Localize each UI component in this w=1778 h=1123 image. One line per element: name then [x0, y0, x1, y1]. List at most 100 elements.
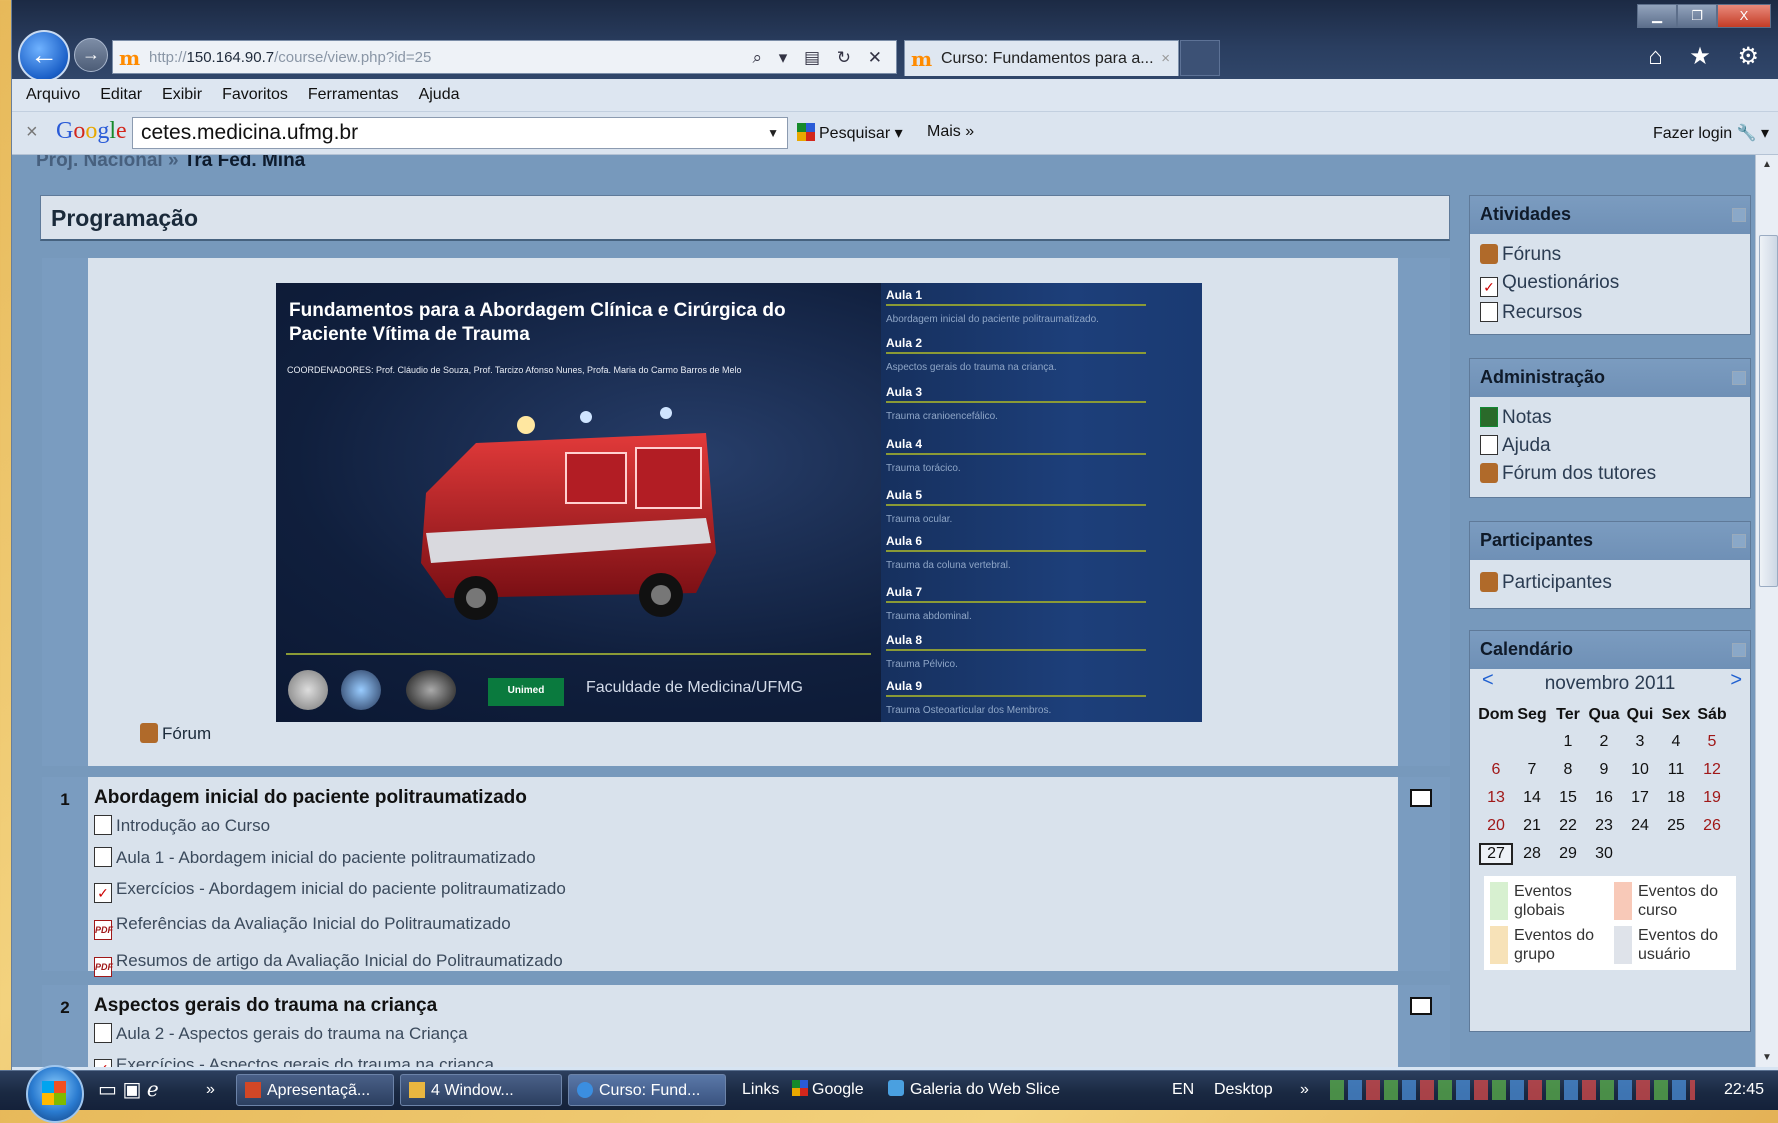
quicklaunch-icons[interactable]: ▭ ▣ ℯ — [98, 1075, 178, 1105]
taskbar-windows-explorer[interactable]: 4 Window... — [400, 1074, 562, 1106]
breadcrumb-current: Tra Fed. Mina — [183, 155, 306, 171]
banner-aula: Aula 5 Trauma ocular. — [886, 488, 1186, 525]
scroll-up-icon[interactable]: ▲ — [1762, 159, 1772, 170]
calendar-day — [1694, 840, 1730, 868]
system-tray-icons[interactable] — [1330, 1080, 1695, 1100]
menu-arquivo[interactable]: Arquivo — [12, 79, 90, 111]
quicklaunch-more-icon[interactable]: » — [206, 1075, 215, 1105]
quiz-icon: ✓ — [94, 883, 112, 903]
vertical-scrollbar[interactable]: ▲ ▼ — [1755, 155, 1778, 1067]
tab-curso[interactable]: m Curso: Fundamentos para a... × — [904, 40, 1179, 76]
calendar-day — [1622, 840, 1658, 868]
breadcrumb-parent[interactable]: Proj. Nacional — [36, 155, 163, 171]
scroll-down-icon[interactable]: ▼ — [1762, 1052, 1772, 1063]
menu-exibir[interactable]: Exibir — [152, 79, 212, 111]
calendar-day — [1658, 840, 1694, 868]
google-search-input[interactable]: cetes.medicina.ufmg.br ▼ — [132, 117, 788, 149]
legend-eventos-grupo[interactable]: Eventos do grupo — [1490, 926, 1606, 964]
participantes-link[interactable]: Participantes — [1470, 560, 1750, 595]
pdf-link[interactable]: PDF Referências da Avaliação Inicial do P… — [94, 914, 1398, 940]
clock[interactable]: 22:45 — [1724, 1075, 1764, 1105]
atividades-questionarios-link[interactable]: ✓ Questionários — [1470, 267, 1750, 297]
topic-0-body: Fundamentos para a Abordagem Clínica e C… — [88, 258, 1398, 766]
maximize-button[interactable]: ❐ — [1677, 4, 1717, 28]
moodle-favicon-icon: m — [911, 47, 933, 71]
block-title: Calendário — [1470, 631, 1750, 669]
menu-ajuda[interactable]: Ajuda — [409, 79, 470, 111]
new-tab-button[interactable] — [1180, 40, 1220, 76]
admin-ajuda-link[interactable]: Ajuda — [1470, 430, 1750, 458]
atividades-foruns-link[interactable]: Fóruns — [1470, 234, 1750, 267]
calendar-day: 20 — [1487, 817, 1505, 834]
hide-block-icon[interactable] — [1732, 534, 1746, 548]
taskbar-apresentacao[interactable]: Apresentaçã... — [236, 1074, 394, 1106]
menu-editar[interactable]: Editar — [90, 79, 152, 111]
forum-link[interactable]: Fórum — [140, 723, 211, 744]
close-toolbar-icon[interactable]: × — [26, 121, 38, 144]
url-prefix: http:// — [149, 49, 187, 66]
weekday-header: Qui — [1626, 705, 1654, 723]
forum-icon — [1480, 463, 1498, 483]
legend-eventos-curso[interactable]: Eventos do curso — [1614, 882, 1730, 920]
highlight-topic-checkbox[interactable] — [1410, 997, 1432, 1015]
taskbar-curso[interactable]: Curso: Fund... — [568, 1074, 726, 1106]
calendar-day: 19 — [1703, 789, 1721, 806]
mais-button[interactable]: Mais » — [927, 123, 974, 141]
google-link[interactable]: Google — [792, 1075, 864, 1105]
calendar-today[interactable]: 27 — [1478, 840, 1514, 868]
topic-number: 1 — [60, 790, 70, 809]
resource-link[interactable]: Aula 2 - Aspectos gerais do trauma na Cr… — [94, 1023, 1398, 1044]
start-button[interactable] — [26, 1065, 84, 1123]
admin-forum-tutores-link[interactable]: Fórum dos tutores — [1470, 458, 1750, 486]
calendar-day: 28 — [1523, 845, 1541, 862]
banner-faculty: Faculdade de Medicina/UFMG — [586, 679, 803, 696]
web-slice-gallery-link[interactable]: Galeria do Web Slice — [888, 1075, 1060, 1105]
address-bar[interactable]: m http://150.164.90.7/course/view.php?id… — [112, 40, 897, 74]
tab-close-icon[interactable]: × — [1161, 41, 1170, 77]
pdf-link[interactable]: PDF Resumos de artigo da Avaliação Inicia… — [94, 951, 1398, 977]
web-slice-icon — [888, 1080, 904, 1096]
address-tools-icons[interactable]: ⌕ ▾ ▤ ↻ ✕ — [753, 41, 889, 75]
legend-eventos-usuario[interactable]: Eventos do usuário — [1614, 926, 1730, 964]
language-indicator[interactable]: EN — [1172, 1075, 1194, 1105]
menu-ferramentas[interactable]: Ferramentas — [298, 79, 409, 111]
back-button[interactable]: ← — [18, 30, 70, 82]
admin-notas-link[interactable]: Notas — [1470, 397, 1750, 430]
forward-button[interactable]: → — [74, 38, 108, 72]
document-icon — [1480, 302, 1498, 322]
forum-icon — [1480, 244, 1498, 264]
desktop-toolbar[interactable]: Desktop — [1214, 1075, 1273, 1105]
minimize-button[interactable]: ▁ — [1637, 4, 1677, 28]
breadcrumb: Proj. Nacional » Tra Fed. Mina — [36, 155, 305, 172]
menu-favoritos[interactable]: Favoritos — [212, 79, 298, 111]
banner-title: Fundamentos para a Abordagem Clínica e C… — [289, 300, 786, 345]
quiz-link[interactable]: ✓Exercícios - Aspectos gerais do trauma … — [94, 1055, 1398, 1067]
hide-block-icon[interactable] — [1732, 208, 1746, 222]
highlight-topic-checkbox[interactable] — [1410, 789, 1432, 807]
pesquisar-button[interactable]: Pesquisar ▾ — [797, 123, 903, 143]
hide-block-icon[interactable] — [1732, 371, 1746, 385]
legend-eventos-globais[interactable]: Eventos globais — [1490, 882, 1606, 920]
unimed-logo: Unimed — [488, 678, 564, 706]
desktop-more-icon[interactable]: » — [1300, 1075, 1309, 1105]
document-icon — [94, 1023, 112, 1043]
calendar-month[interactable]: novembro 2011 — [1470, 673, 1750, 695]
hide-block-icon[interactable] — [1732, 643, 1746, 657]
atividades-recursos-link[interactable]: Recursos — [1470, 297, 1750, 325]
fazer-login-button[interactable]: Fazer login 🔧 ▾ — [1653, 123, 1769, 143]
links-toolbar[interactable]: Links — [742, 1075, 779, 1105]
calendar-day: 7 — [1527, 761, 1537, 778]
calendar-day: 16 — [1595, 789, 1613, 806]
seal-logo-icon — [288, 670, 328, 710]
topic-title: Abordagem inicial do paciente politrauma… — [94, 787, 527, 808]
resource-link[interactable]: Aula 1 - Abordagem inicial do paciente p… — [94, 847, 1398, 868]
block-calendario: Calendário < novembro 2011 > Dom Seg Ter Qu… — [1469, 630, 1751, 1032]
close-window-button[interactable]: X — [1717, 4, 1771, 28]
home-favorites-tools-icons[interactable]: ⌂ ★ ⚙ — [1648, 42, 1769, 71]
quiz-link[interactable]: ✓ Exercícios - Abordagem inicial do pacie… — [94, 879, 1398, 903]
scroll-thumb[interactable] — [1759, 235, 1778, 587]
ambulance-illustration — [421, 407, 716, 620]
chevron-down-icon[interactable]: ▼ — [767, 118, 779, 148]
next-month-button[interactable]: > — [1730, 669, 1742, 692]
resource-link[interactable]: Introdução ao Curso — [94, 815, 1398, 836]
